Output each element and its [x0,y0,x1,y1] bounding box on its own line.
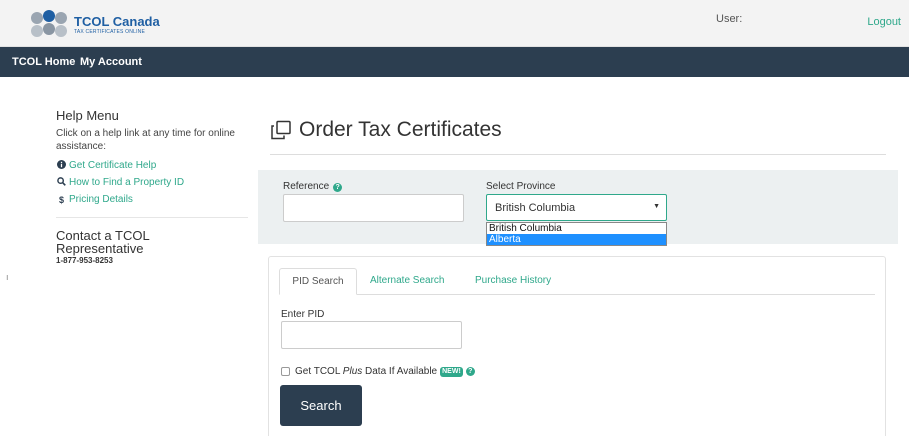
title-divider [270,154,886,155]
question-circle-icon[interactable]: ? [465,367,475,376]
caret-down-icon: ▼ [653,203,660,210]
pid-label: Enter PID [281,309,325,320]
help-menu-title: Help Menu [56,108,119,123]
plus-italic: Plus [342,366,363,377]
tcol-plus-label: Get TCOL Plus Data If Available NEW! ? [295,366,475,377]
help-link-property-id[interactable]: How to Find a Property ID [56,174,248,191]
province-label: Select Province [486,181,556,192]
info-circle-icon [56,160,67,171]
help-link-label: Get Certificate Help [69,160,157,171]
tabs-divider [279,294,875,295]
tab-alternate-search[interactable]: Alternate Search [370,268,445,295]
logout-link[interactable]: Logout [867,16,901,28]
nav-my-account[interactable]: My Account [80,56,142,68]
logo-mark-icon [31,10,67,37]
pid-input[interactable] [281,321,462,349]
new-badge: NEW! [440,366,463,377]
help-links: Get Certificate Help How to Find a Prope… [56,157,248,208]
site-header: TCOL Canada TAX CERTIFICATES ONLINE User… [0,0,909,47]
help-sidebar: Help Menu Click on a help link at any ti… [56,108,248,265]
tab-pid-search[interactable]: PID Search [279,268,357,295]
help-menu-description: Click on a help link at any time for onl… [56,128,235,152]
dollar-icon: $ [58,194,64,205]
page-title: Order Tax Certificates [270,118,502,142]
tcol-plus-checkbox[interactable] [281,367,290,376]
reference-label-text: Reference [283,181,330,192]
contact-title: Contact a TCOL Representative [56,228,150,256]
page-title-text: Order Tax Certificates [299,118,502,141]
search-button[interactable]: Search [280,385,362,426]
brand-subtitle: TAX CERTIFICATES ONLINE [74,29,145,35]
help-link-pricing[interactable]: $ Pricing Details [56,191,248,208]
province-selected-value: British Columbia [495,202,576,214]
contact-phone: 1-877-953-8253 [56,256,113,265]
margin-mark: ı [6,272,9,282]
tab-purchase-history[interactable]: Purchase History [475,268,551,295]
plus-prefix: Get TCOL [295,366,343,377]
search-icon [56,177,67,188]
brand-title: TCOL Canada [74,14,160,29]
copy-icon [271,120,291,140]
help-link-certificate[interactable]: Get Certificate Help [56,157,248,174]
question-circle-icon[interactable]: ? [333,183,343,192]
user-label: User: [716,13,743,25]
province-dropdown: British Columbia Alberta [486,222,667,246]
tcol-logo[interactable]: TCOL Canada TAX CERTIFICATES ONLINE [28,8,168,40]
sidebar-divider [56,217,248,218]
help-link-label: Pricing Details [69,194,133,205]
reference-input[interactable] [283,194,464,222]
main-navbar: TCOL Home My Account [0,47,909,77]
province-option-british-columbia[interactable]: British Columbia [487,223,666,234]
help-link-label: How to Find a Property ID [69,177,185,188]
reference-label: Reference? [283,181,343,192]
province-select[interactable]: British Columbia ▼ [486,194,667,221]
nav-tcol-home[interactable]: TCOL Home [12,56,75,68]
province-option-alberta[interactable]: Alberta [487,234,666,245]
plus-suffix: Data If Available [362,366,438,377]
